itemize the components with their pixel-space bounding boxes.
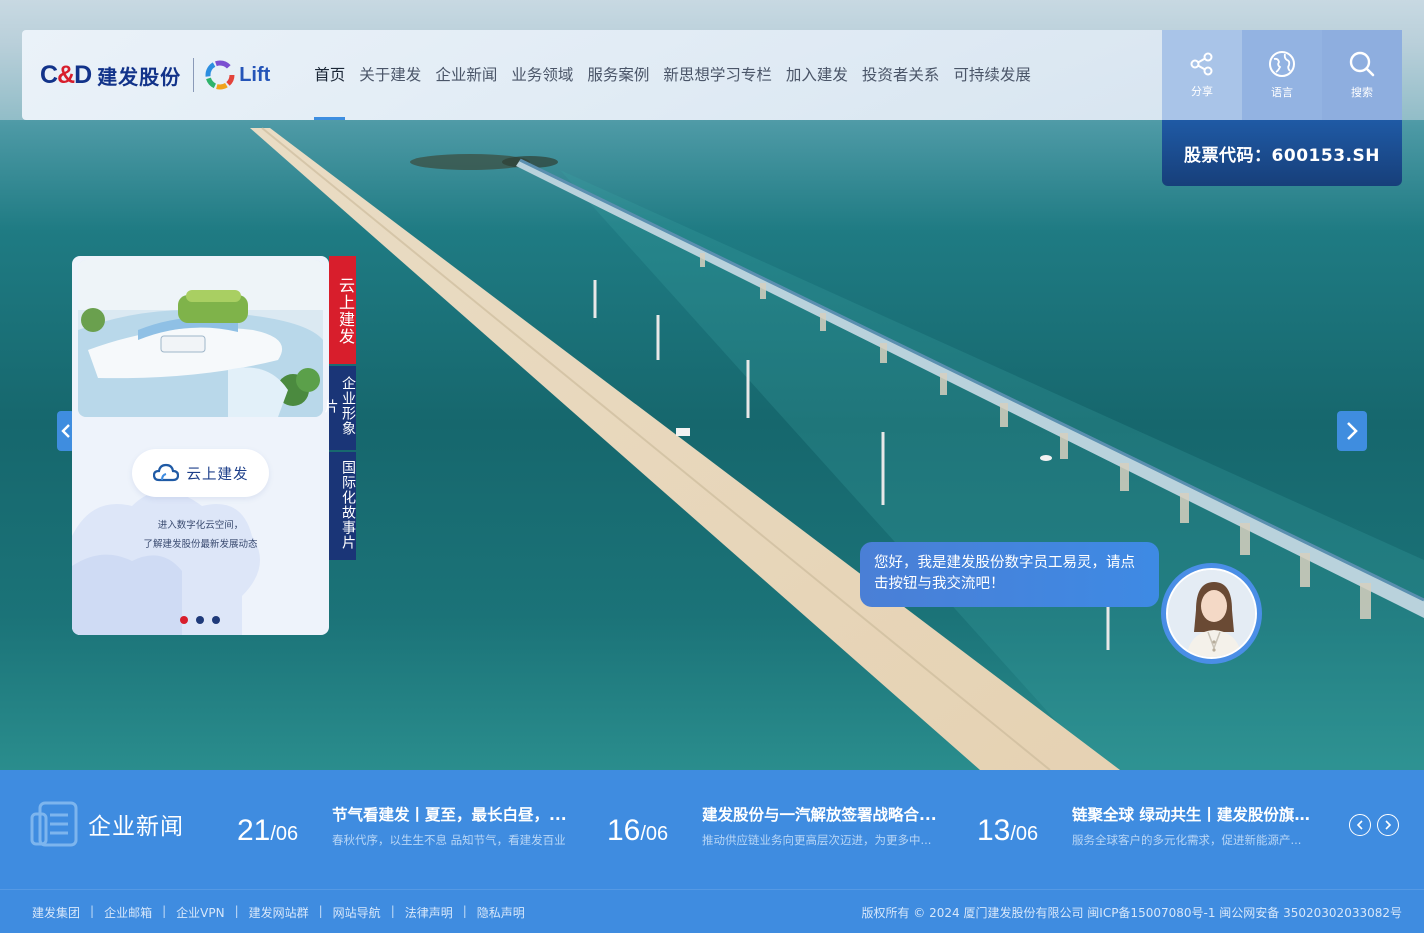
carousel-dot-2[interactable] <box>196 616 204 624</box>
cloud-promo-card: 云上建发 进入数字化云空间， 了解建发股份最新发展动态 <box>72 256 329 635</box>
chevron-left-icon <box>1356 820 1363 830</box>
assistant-chat-bubble[interactable]: 您好，我是建发股份数字员工易灵，请点击按钮与我交流吧！ <box>860 542 1159 607</box>
assistant-avatar[interactable] <box>1161 563 1262 664</box>
chevron-left-icon <box>61 424 70 438</box>
news-headline[interactable]: 链聚全球 绿动共生丨建发股份旗... <box>1072 800 1312 830</box>
promo-vertical-tabs: 云上建发 企业形象片 国际化故事片 <box>323 256 356 560</box>
stock-code-badge: 股票代码：600153.SH <box>1162 120 1402 186</box>
news-strip: 企业新闻 21/06 节气看建发丨夏至，最长白昼，... 春秋代序，以生生不息 … <box>0 770 1424 889</box>
news-month: /06 <box>640 823 669 845</box>
news-prev-button[interactable] <box>1349 814 1371 836</box>
nav-news[interactable]: 企业新闻 <box>435 30 497 120</box>
news-section-title: 企业新闻 <box>88 814 184 840</box>
logo-ampersand: & <box>57 60 75 89</box>
copyright-text: 版权所有 © 2024 厦门建发股份有限公司 闽ICP备15007080号-1 … <box>861 906 1402 920</box>
cloud-promo-description: 进入数字化云空间， 了解建发股份最新发展动态 <box>72 516 329 554</box>
lift-ring-icon <box>205 60 235 90</box>
globe-icon <box>1269 51 1295 77</box>
footer-link-mail[interactable]: 企业邮箱 <box>104 904 152 921</box>
lift-wordmark: Lift <box>239 64 271 86</box>
news-pager <box>1349 814 1405 836</box>
news-item[interactable]: 16/06 建发股份与一汽解放签署战略合... 推动供应链业务向更高层次迈进，为… <box>607 800 952 848</box>
cloud-decoration <box>72 491 260 635</box>
footer-link-privacy[interactable]: 隐私声明 <box>477 904 525 921</box>
cloud-desc-line2: 了解建发股份最新发展动态 <box>143 539 258 550</box>
news-item[interactable]: 21/06 节气看建发丨夏至，最长白昼，... 春秋代序，以生生不息 品知节气，… <box>237 800 582 848</box>
nav-about[interactable]: 关于建发 <box>359 30 421 120</box>
footer-link-legal[interactable]: 法律声明 <box>405 904 453 921</box>
nav-investors[interactable]: 投资者关系 <box>862 30 940 120</box>
tab-international-story[interactable]: 国际化故事片 <box>329 452 356 560</box>
nav-study-column[interactable]: 新思想学习专栏 <box>663 30 772 120</box>
search-button[interactable]: 搜索 <box>1322 30 1402 120</box>
cloud-promo-image[interactable] <box>78 260 323 417</box>
cloud-enter-button[interactable]: 云上建发 <box>132 449 269 497</box>
logo-cd-text: C&D <box>40 60 92 89</box>
top-header: C&D 建发股份 Lift 首页 关于建发 企业新闻 业务领域 服务案例 新思想… <box>22 30 1162 120</box>
search-icon <box>1349 51 1375 77</box>
news-date: 21/06 <box>237 800 332 848</box>
news-summary: 春秋代序，以生生不息 品知节气，看建发百业 <box>332 833 566 847</box>
footer-link-group[interactable]: 建发集团 <box>32 904 80 921</box>
header-tools: 分享 语言 搜索 <box>1162 30 1402 120</box>
site-footer: 建发集团 | 企业邮箱 | 企业VPN | 建发网站群 | 网站导航 | 法律声明 | 隐私… <box>0 889 1424 933</box>
site-logo[interactable]: C&D 建发股份 Lift <box>40 55 270 95</box>
slide-next-button[interactable] <box>1337 411 1367 451</box>
carousel-dot-1[interactable] <box>180 616 188 624</box>
share-button[interactable]: 分享 <box>1162 30 1242 120</box>
search-label: 搜索 <box>1351 86 1373 99</box>
nav-cases[interactable]: 服务案例 <box>587 30 649 120</box>
footer-link-sites[interactable]: 建发网站群 <box>249 904 309 921</box>
tab-cloud-jianfa[interactable]: 云上建发 <box>329 256 356 364</box>
logo-divider <box>193 58 195 92</box>
news-document-icon <box>30 801 78 847</box>
carousel-dots <box>180 616 228 624</box>
language-label: 语言 <box>1271 86 1293 99</box>
cloud-enter-label: 云上建发 <box>186 466 249 483</box>
carousel-dot-3[interactable] <box>212 616 220 624</box>
language-button[interactable]: 语言 <box>1242 30 1322 120</box>
news-day: 21 <box>237 814 271 847</box>
news-section-heading[interactable]: 企业新闻 <box>30 800 184 848</box>
news-summary: 推动供应链业务向更高层次迈进，为更多中... <box>702 833 932 847</box>
nav-sustainability[interactable]: 可持续发展 <box>953 30 1031 120</box>
nav-home[interactable]: 首页 <box>314 30 346 120</box>
logo-company-name: 建发股份 <box>97 64 182 89</box>
nav-careers[interactable]: 加入建发 <box>786 30 848 120</box>
news-date: 16/06 <box>607 800 702 848</box>
nav-business[interactable]: 业务领域 <box>511 30 573 120</box>
news-item[interactable]: 13/06 链聚全球 绿动共生丨建发股份旗... 服务全球客户的多元化需求，促进… <box>977 800 1322 848</box>
footer-links: 建发集团 | 企业邮箱 | 企业VPN | 建发网站群 | 网站导航 | 法律声明 | 隐私… <box>32 904 525 921</box>
news-month: /06 <box>270 823 299 845</box>
chevron-right-icon <box>1385 820 1392 830</box>
footer-link-sitemap[interactable]: 网站导航 <box>333 904 381 921</box>
lift-logo: Lift <box>204 59 270 91</box>
news-headline[interactable]: 节气看建发丨夏至，最长白昼，... <box>332 800 572 830</box>
logo-cd: C&D <box>40 60 92 90</box>
news-next-button[interactable] <box>1377 814 1399 836</box>
news-summary: 服务全球客户的多元化需求，促进新能源产... <box>1072 833 1302 847</box>
footer-link-vpn[interactable]: 企业VPN <box>176 904 224 921</box>
assistant-portrait <box>1168 570 1255 657</box>
news-headline[interactable]: 建发股份与一汽解放签署战略合... <box>702 800 942 830</box>
news-month: /06 <box>1010 823 1039 845</box>
news-date: 13/06 <box>977 800 1072 848</box>
main-nav: 首页 关于建发 企业新闻 业务领域 服务案例 新思想学习专栏 加入建发 投资者关… <box>314 30 1045 120</box>
share-label: 分享 <box>1191 85 1213 98</box>
share-icon <box>1190 52 1213 76</box>
chevron-right-icon <box>1347 422 1358 440</box>
cloud-desc-line1: 进入数字化云空间， <box>157 520 244 531</box>
tab-corporate-film[interactable]: 企业形象片 <box>323 366 356 450</box>
news-day: 16 <box>607 814 641 847</box>
cloud-icon <box>152 463 179 482</box>
news-day: 13 <box>977 814 1011 847</box>
